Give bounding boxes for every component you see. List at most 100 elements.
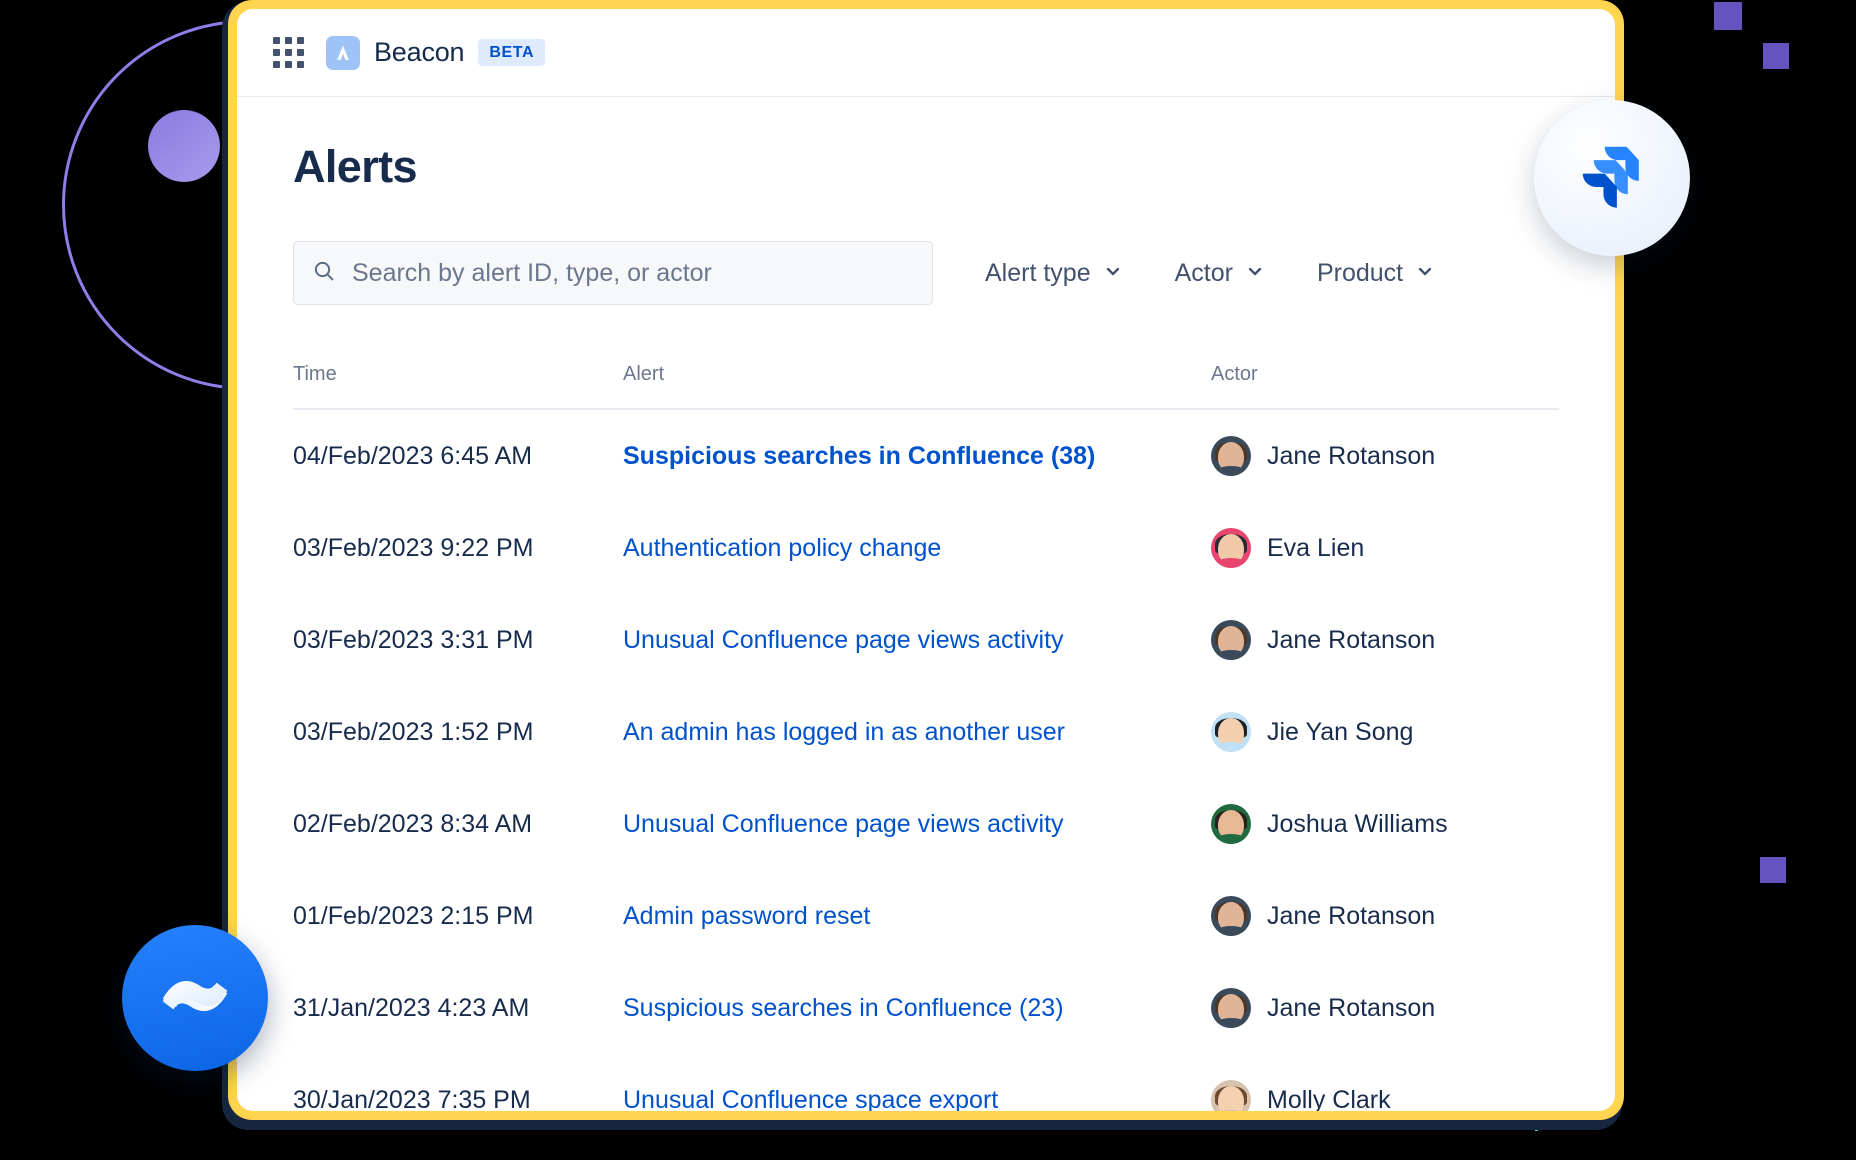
cell-actor: Eva Lien <box>1211 502 1559 594</box>
actor-cell-inner: Eva Lien <box>1211 528 1559 568</box>
avatar <box>1211 528 1251 568</box>
page-title: Alerts <box>293 141 1559 193</box>
cell-actor: Jane Rotanson <box>1211 409 1559 502</box>
table-header-row: Time Alert Actor <box>293 363 1559 409</box>
cell-time: 04/Feb/2023 6:45 AM <box>293 409 623 502</box>
actor-name: Joshua Williams <box>1267 810 1448 839</box>
beta-badge: BETA <box>478 39 545 66</box>
alert-link[interactable]: Unusual Confluence page views activity <box>623 626 1064 654</box>
chevron-down-icon <box>1245 259 1265 288</box>
main-content: Alerts Alert type <box>237 97 1615 1111</box>
avatar <box>1211 804 1251 844</box>
table-row[interactable]: 03/Feb/2023 9:22 PMAuthentication policy… <box>293 502 1559 594</box>
alerts-table-head: Time Alert Actor <box>293 363 1559 409</box>
table-row[interactable]: 30/Jan/2023 7:35 PMUnusual Confluence sp… <box>293 1054 1559 1111</box>
brand-name: Beacon <box>374 37 464 68</box>
chevron-down-icon <box>1415 259 1435 288</box>
column-header-time: Time <box>293 363 623 409</box>
avatar <box>1211 436 1251 476</box>
actor-name: Eva Lien <box>1267 534 1364 563</box>
filter-actor-label: Actor <box>1175 259 1233 288</box>
actor-name: Jie Yan Song <box>1267 718 1413 747</box>
grid-apps-icon[interactable] <box>273 37 304 68</box>
cell-time: 01/Feb/2023 2:15 PM <box>293 870 623 962</box>
table-row[interactable]: 31/Jan/2023 4:23 AMSuspicious searches i… <box>293 962 1559 1054</box>
actor-cell-inner: Jane Rotanson <box>1211 896 1559 936</box>
decorative-square-purple <box>1763 43 1789 69</box>
alert-link[interactable]: Authentication policy change <box>623 534 941 562</box>
cell-alert: Unusual Confluence page views activity <box>623 594 1211 686</box>
table-row[interactable]: 03/Feb/2023 3:31 PMUnusual Confluence pa… <box>293 594 1559 686</box>
avatar <box>1211 712 1251 752</box>
actor-name: Jane Rotanson <box>1267 902 1435 931</box>
filter-alert-type-label: Alert type <box>985 259 1091 288</box>
cell-time: 03/Feb/2023 9:22 PM <box>293 502 623 594</box>
cell-alert: Authentication policy change <box>623 502 1211 594</box>
table-row[interactable]: 04/Feb/2023 6:45 AMSuspicious searches i… <box>293 409 1559 502</box>
browser-window-frame: Beacon BETA Alerts <box>228 0 1624 1120</box>
actor-name: Jane Rotanson <box>1267 442 1435 471</box>
cell-alert: Unusual Confluence space export <box>623 1054 1211 1111</box>
screenshot-stage: Beacon BETA Alerts <box>0 0 1856 1160</box>
cell-alert: Suspicious searches in Confluence (23) <box>623 962 1211 1054</box>
avatar <box>1211 620 1251 660</box>
avatar <box>1211 896 1251 936</box>
filter-product[interactable]: Product <box>1317 259 1435 288</box>
cell-actor: Jie Yan Song <box>1211 686 1559 778</box>
alerts-table-body: 04/Feb/2023 6:45 AMSuspicious searches i… <box>293 409 1559 1111</box>
actor-name: Jane Rotanson <box>1267 626 1435 655</box>
filter-product-label: Product <box>1317 259 1403 288</box>
search-box[interactable] <box>293 241 933 305</box>
column-header-alert: Alert <box>623 363 1211 409</box>
cell-actor: Jane Rotanson <box>1211 870 1559 962</box>
cell-alert: An admin has logged in as another user <box>623 686 1211 778</box>
actor-cell-inner: Joshua Williams <box>1211 804 1559 844</box>
alerts-table: Time Alert Actor 04/Feb/2023 6:45 AMSusp… <box>293 363 1559 1111</box>
jira-logo-badge <box>1534 100 1690 256</box>
cell-time: 02/Feb/2023 8:34 AM <box>293 778 623 870</box>
avatar <box>1211 1080 1251 1111</box>
top-navigation-bar: Beacon BETA <box>237 9 1615 97</box>
column-header-actor: Actor <box>1211 363 1559 409</box>
alert-link[interactable]: Suspicious searches in Confluence (38) <box>623 442 1095 470</box>
decorative-square-purple <box>1760 857 1786 883</box>
search-input[interactable] <box>352 259 914 288</box>
confluence-logo-badge <box>122 925 268 1071</box>
filter-row: Alert type Actor <box>293 241 1559 305</box>
alert-link[interactable]: Suspicious searches in Confluence (23) <box>623 994 1064 1022</box>
brand[interactable]: Beacon BETA <box>326 36 545 70</box>
confluence-logo-icon <box>152 953 238 1044</box>
filter-actor[interactable]: Actor <box>1175 259 1265 288</box>
filter-alert-type[interactable]: Alert type <box>985 259 1123 288</box>
actor-cell-inner: Jane Rotanson <box>1211 436 1559 476</box>
actor-cell-inner: Jie Yan Song <box>1211 712 1559 752</box>
table-row[interactable]: 03/Feb/2023 1:52 PMAn admin has logged i… <box>293 686 1559 778</box>
actor-cell-inner: Molly Clark <box>1211 1080 1559 1111</box>
actor-name: Jane Rotanson <box>1267 994 1435 1023</box>
cell-actor: Joshua Williams <box>1211 778 1559 870</box>
table-row[interactable]: 02/Feb/2023 8:34 AMUnusual Confluence pa… <box>293 778 1559 870</box>
cell-actor: Jane Rotanson <box>1211 594 1559 686</box>
chevron-down-icon <box>1103 259 1123 288</box>
actor-name: Molly Clark <box>1267 1086 1391 1112</box>
alert-link[interactable]: An admin has logged in as another user <box>623 718 1065 746</box>
avatar <box>1211 988 1251 1028</box>
cell-alert: Suspicious searches in Confluence (38) <box>623 409 1211 502</box>
actor-cell-inner: Jane Rotanson <box>1211 620 1559 660</box>
alert-link[interactable]: Unusual Confluence space export <box>623 1086 998 1112</box>
cell-actor: Jane Rotanson <box>1211 962 1559 1054</box>
cell-time: 03/Feb/2023 1:52 PM <box>293 686 623 778</box>
search-icon <box>312 259 336 288</box>
table-row[interactable]: 01/Feb/2023 2:15 PMAdmin password reset J… <box>293 870 1559 962</box>
cell-alert: Admin password reset <box>623 870 1211 962</box>
cell-alert: Unusual Confluence page views activity <box>623 778 1211 870</box>
alert-link[interactable]: Unusual Confluence page views activity <box>623 810 1064 838</box>
alert-link[interactable]: Admin password reset <box>623 902 870 930</box>
cell-time: 03/Feb/2023 3:31 PM <box>293 594 623 686</box>
decorative-square-purple <box>1714 2 1742 30</box>
actor-cell-inner: Jane Rotanson <box>1211 988 1559 1028</box>
beacon-logo-icon <box>326 36 360 70</box>
browser-window: Beacon BETA Alerts <box>237 9 1615 1111</box>
decorative-purple-dot <box>148 110 220 182</box>
jira-logo-icon <box>1573 137 1651 220</box>
